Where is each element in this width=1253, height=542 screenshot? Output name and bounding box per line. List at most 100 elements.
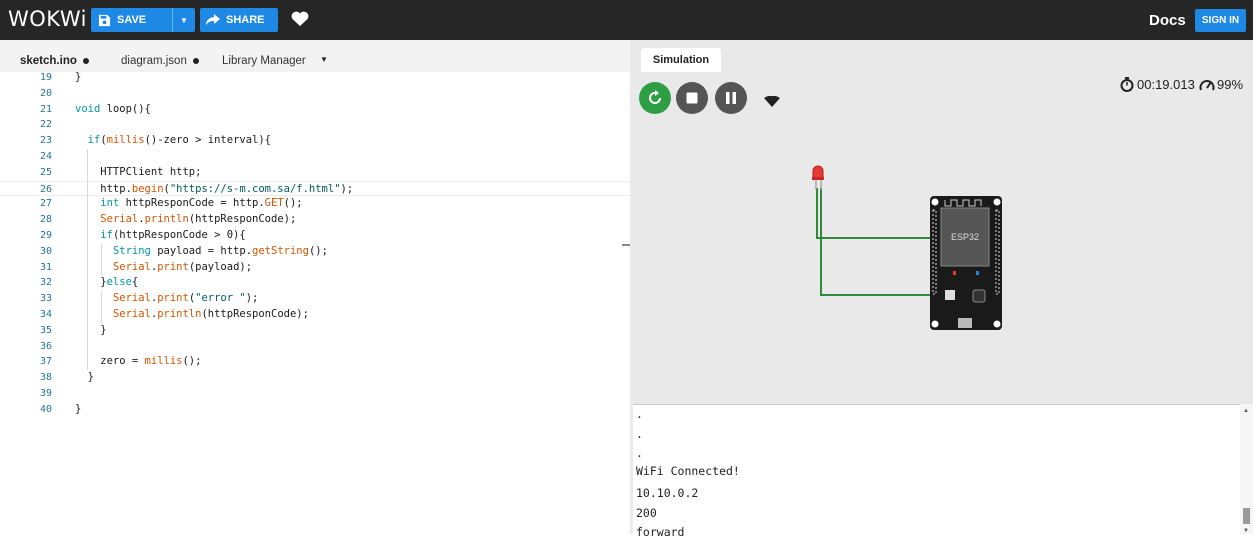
docs-link[interactable]: Docs xyxy=(1149,12,1186,29)
code-area[interactable]: 19} 20 21 void loop(){22 23 if(millis()-zero… xyxy=(0,70,630,534)
code-line[interactable]: 26 http.begin("https://s-m.com.sa/f.html… xyxy=(0,180,630,197)
code-line[interactable]: 33 Serial.print("error "); xyxy=(0,291,630,307)
line-text: } xyxy=(75,323,107,336)
serial-line: forward xyxy=(636,525,685,539)
indent-guide xyxy=(87,149,88,371)
chevron-down-icon[interactable]: ▼ xyxy=(173,16,195,25)
line-number: 27 xyxy=(39,198,52,210)
code-line[interactable]: 25 HTTPClient http; xyxy=(0,165,630,181)
serial-line: 200 xyxy=(636,506,657,520)
line-number: 29 xyxy=(39,230,52,241)
serial-scrollbar[interactable]: ▲ ▼ xyxy=(1240,404,1253,534)
board-label: ESP32 xyxy=(951,232,979,242)
sign-in-button[interactable]: SIGN IN xyxy=(1195,9,1246,32)
line-number: 32 xyxy=(39,277,52,289)
wire-2 xyxy=(820,188,931,296)
line-text: HTTPClient http; xyxy=(75,165,202,178)
line-number: 31 xyxy=(39,261,52,273)
code-line[interactable]: 40} xyxy=(0,402,630,418)
line-text: }else{ xyxy=(75,276,139,289)
code-line[interactable]: 37 zero = millis(); xyxy=(0,354,630,370)
line-number: 37 xyxy=(39,356,52,368)
scroll-down-icon[interactable]: ▼ xyxy=(1243,528,1249,534)
line-number: 22 xyxy=(39,119,52,131)
tab-sketch-ino[interactable]: sketch.ino xyxy=(20,55,89,67)
line-number: 26 xyxy=(39,183,52,195)
code-line[interactable]: 20 xyxy=(0,86,630,102)
led-red[interactable] xyxy=(812,165,824,190)
code-line[interactable]: 29 if(httpResponCode > 0){ xyxy=(0,228,630,244)
line-number: 33 xyxy=(39,293,52,305)
tab-label: diagram.json xyxy=(121,55,187,67)
share-arrow-icon xyxy=(200,14,226,26)
line-text: Serial.println(httpResponCode); xyxy=(100,213,297,226)
line-text: Serial.print("error "); xyxy=(112,292,259,305)
line-number: 35 xyxy=(39,324,52,336)
save-label: SAVE xyxy=(117,14,147,26)
line-text: } xyxy=(75,402,82,415)
line-text: } xyxy=(75,71,82,83)
code-line[interactable]: 21 void loop(){ xyxy=(0,102,630,118)
line-number: 36 xyxy=(39,340,52,352)
wokwi-logo[interactable]: WOKWi xyxy=(8,7,87,31)
code-line[interactable]: 24 xyxy=(0,149,630,165)
code-line[interactable]: 39 xyxy=(0,386,630,402)
indent-guide xyxy=(101,243,102,276)
esp32-board[interactable]: ESP32 xyxy=(930,196,1002,330)
code-editor[interactable]: sketch.ino diagram.json Library Manager … xyxy=(0,40,630,534)
line-number: 38 xyxy=(39,372,52,384)
line-text: int httpResponCode = http.GET(); xyxy=(100,197,303,210)
editor-tabs: sketch.ino diagram.json Library Manager … xyxy=(0,40,630,72)
code-line[interactable]: 30 String payload = http.getString(); xyxy=(0,244,630,260)
code-line[interactable]: 38 } xyxy=(0,370,630,386)
code-line[interactable]: 32 }else{ xyxy=(0,275,630,291)
share-label: SHARE xyxy=(226,14,265,26)
code-line[interactable]: 23 if(millis()-zero > interval){ xyxy=(0,133,630,149)
line-text: if(millis()-zero > interval){ xyxy=(87,134,272,147)
line-number: 21 xyxy=(39,103,52,115)
serial-monitor[interactable]: ... WiFi Connected! 10.10.0.2 200 forward xyxy=(633,404,1253,539)
line-text: void loop(){ xyxy=(75,102,151,115)
code-line[interactable]: 31 Serial.print(payload); xyxy=(0,260,630,276)
line-number: 40 xyxy=(39,403,52,415)
tab-label: sketch.ino xyxy=(20,55,77,67)
circuit-diagram[interactable]: ESP32 xyxy=(633,40,1253,404)
unsaved-dot-icon xyxy=(82,57,89,64)
line-number: 24 xyxy=(39,151,52,162)
scroll-thumb[interactable] xyxy=(1243,508,1250,524)
serial-line: WiFi Connected! xyxy=(636,464,740,478)
code-line[interactable]: 27 int httpResponCode = http.GET(); xyxy=(0,196,630,212)
heart-icon[interactable] xyxy=(291,11,309,32)
line-number: 25 xyxy=(39,166,52,178)
code-line[interactable]: 36 xyxy=(0,339,630,355)
line-number: 19 xyxy=(39,72,52,83)
save-button[interactable]: SAVE ▼ xyxy=(91,8,195,32)
code-line[interactable]: 34 Serial.println(httpResponCode); xyxy=(0,307,630,323)
serial-line: 10.10.0.2 xyxy=(636,486,699,500)
line-number: 28 xyxy=(39,214,52,226)
tab-library-manager[interactable]: Library Manager xyxy=(222,55,306,67)
share-button[interactable]: SHARE xyxy=(200,8,278,32)
caret-down-icon[interactable]: ▼ xyxy=(320,55,328,64)
serial-line: . xyxy=(636,407,643,421)
line-number: 30 xyxy=(39,245,52,257)
unsaved-dot-icon xyxy=(192,57,199,64)
code-line[interactable]: 19} xyxy=(0,70,630,86)
indent-guide xyxy=(101,291,102,323)
serial-line: . xyxy=(636,427,643,441)
line-number: 39 xyxy=(39,388,52,399)
tab-diagram-json[interactable]: diagram.json xyxy=(121,55,199,67)
line-text: if(httpResponCode > 0){ xyxy=(100,229,246,241)
code-line[interactable]: 28 Serial.println(httpResponCode); xyxy=(0,212,630,228)
resize-handle[interactable] xyxy=(622,244,630,246)
serial-line: . xyxy=(636,446,643,460)
line-text: http.begin("https://s-m.com.sa/f.html"); xyxy=(75,182,354,195)
wire-1 xyxy=(816,188,931,239)
line-number: 23 xyxy=(39,135,52,147)
code-line[interactable]: 22 xyxy=(0,117,630,133)
top-bar: WOKWi SAVE ▼ SHARE Docs SIGN IN xyxy=(0,0,1253,40)
simulation-canvas[interactable]: Simulation 00:19.013 99% ESP32 xyxy=(633,40,1253,404)
code-line[interactable]: 35 } xyxy=(0,323,630,339)
scroll-up-icon[interactable]: ▲ xyxy=(1243,408,1249,414)
line-text: String payload = http.getString(); xyxy=(112,244,328,257)
